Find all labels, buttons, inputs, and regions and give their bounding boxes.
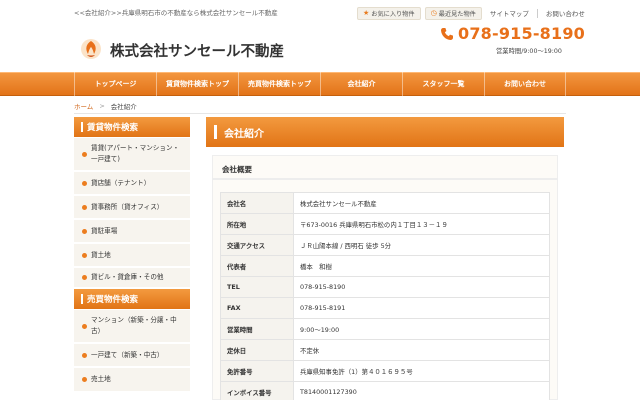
sidebar-item-label: 貸ビル・貸倉庫・その他 [91,273,164,281]
favorites-label: お気に入り物件 [371,10,415,18]
top-links: ★ お気に入り物件 ◷ 最近見た物件 サイトマップ お問い合わせ [357,6,589,20]
bullet-icon [82,204,87,210]
global-nav: トップページ 賃貸物件検索トップ 売買物件検索トップ 会社紹介 スタッフ一覧 お… [74,72,566,96]
recent-label: 最近見た物件 [438,10,476,18]
table-row: 会社名 株式会社サンセール不動産 [220,192,550,214]
recent-button[interactable]: ◷ 最近見た物件 [424,6,482,20]
heading-bar [214,125,217,139]
row-label: 所在地 [220,213,294,235]
sidebar-item-label: 一戸建て（新築・中古） [91,350,164,359]
heading-bar [81,294,83,304]
row-value: 不定休 [293,339,550,361]
row-value: 9:00～19:00 [293,318,550,340]
contact-link[interactable]: お問い合わせ [542,8,589,18]
bullet-icon [82,252,87,258]
phone-number[interactable]: 078-915-8190 [458,24,585,43]
bullet-icon [82,323,87,329]
phone-icon [441,27,453,40]
row-value: 078-915-8191 [293,297,550,319]
heading-bar [81,122,83,132]
breadcrumb-current: 会社紹介 [110,103,137,111]
row-value: ＪＲ山陽本線 / 西明石 徒歩 5分 [293,234,550,256]
table-row: インボイス番号 T8140001127390 [220,381,550,400]
nav-item-sale-search[interactable]: 売買物件検索トップ [238,72,320,96]
row-label: FAX [220,297,294,319]
page-title-text: 会社紹介 [224,128,264,140]
breadcrumb-divider [74,113,566,114]
phone-block: 078-915-8190 [440,24,585,43]
sidebar-item-rent-building[interactable]: 貸ビル・貸倉庫・その他 [74,268,190,288]
nav-item-contact[interactable]: お問い合わせ [484,72,566,96]
sidebar-sale-heading: 売買物件検索 [74,289,190,309]
sitemap-link[interactable]: サイトマップ [486,8,533,18]
row-value: 株式会社サンセール不動産 [293,192,550,214]
company-info-table: 会社名 株式会社サンセール不動産 所在地 〒673-0016 兵庫県明石市松の内１丁目… [220,192,550,400]
sidebar-item-label: マンション（新築・分譲・中古） [91,316,177,335]
sidebar-item-rent-parking[interactable]: 貸駐車場 [74,220,190,243]
breadcrumb-separator: > [99,102,105,110]
sidebar-item-rent-store[interactable]: 貸店舗（テナント） [74,172,190,195]
page-title: 会社紹介 [206,117,564,147]
nav-item-top[interactable]: トップページ [74,72,156,96]
table-row: 営業時間 9:00～19:00 [220,318,550,340]
sidebar-item-label: 貸駐車場 [91,226,118,235]
sidebar-rent-title: 賃貸物件検索 [87,123,139,133]
row-label: TEL [220,276,294,298]
bullet-icon [82,377,87,382]
sidebar-item-label: 貸土地 [91,250,111,259]
bullet-icon [82,151,87,157]
sidebar-item-label: 貸店舗（テナント） [91,178,151,187]
star-icon: ★ [363,9,370,17]
bullet-icon [82,275,87,280]
sidebar-item-sale-land[interactable]: 売土地 [74,368,190,392]
phoenix-logo-icon[interactable] [80,38,102,60]
sidebar-item-rent-office[interactable]: 貸事務所（貸オフィス） [74,196,190,219]
section-title: 会社概要 [212,160,558,180]
nav-item-rent-search[interactable]: 賃貸物件検索トップ [156,72,238,96]
sidebar-item-sale-house[interactable]: 一戸建て（新築・中古） [74,344,190,367]
table-row: 交通アクセス ＪＲ山陽本線 / 西明石 徒歩 5分 [220,234,550,256]
table-row: 免許番号 兵庫県知事免許（1）第４０１６９５号 [220,360,550,382]
sidebar-item-label: 貸事務所（貸オフィス） [91,202,164,211]
link-divider [536,8,538,18]
table-row: FAX 078-915-8191 [220,297,550,319]
table-row: 所在地 〒673-0016 兵庫県明石市松の内１丁目１３－１９ [220,213,550,235]
row-value: T8140001127390 [293,381,550,400]
favorites-button[interactable]: ★ お気に入り物件 [357,6,421,20]
bullet-icon [82,352,87,358]
sidebar-item-rent-land[interactable]: 貸土地 [74,244,190,267]
row-value: 兵庫県知事免許（1）第４０１６９５号 [293,360,550,382]
company-name[interactable]: 株式会社サンセール不動産 [110,40,284,61]
sidebar-item-label: 賃貸(アパート・マンション・一戸建て) [91,144,180,163]
row-label: 代表者 [220,255,294,277]
sidebar-item-sale-mansion[interactable]: マンション（新築・分譲・中古） [74,310,190,343]
header-tagline: <<会社紹介>>兵庫県明石市の不動産なら株式会社サンセール不動産 [74,9,278,17]
breadcrumb-home[interactable]: ホーム [74,101,93,111]
row-value: 〒673-0016 兵庫県明石市松の内１丁目１３－１９ [293,213,550,235]
row-label: 免許番号 [220,360,294,382]
table-row: 代表者 橋本 和樹 [220,255,550,277]
business-hours: 営業時間/9:00～19:00 [496,48,562,55]
nav-item-staff[interactable]: スタッフ一覧 [402,72,484,96]
bullet-icon [82,228,87,234]
row-label: 会社名 [220,192,294,214]
row-value: 橋本 和樹 [293,255,550,277]
sidebar-item-rent-residential[interactable]: 賃貸(アパート・マンション・一戸建て) [74,138,190,171]
clock-icon: ◷ [430,9,437,17]
breadcrumb: ホーム > 会社紹介 [74,101,137,111]
sidebar-sale-title: 売買物件検索 [87,295,139,305]
sidebar-item-label: 売土地 [91,375,111,383]
bullet-icon [82,180,87,186]
row-label: 交通アクセス [220,234,294,256]
sidebar-rent-heading: 賃貸物件検索 [74,117,190,137]
row-label: 営業時間 [220,318,294,340]
row-value: 078-915-8190 [293,276,550,298]
nav-item-company[interactable]: 会社紹介 [320,72,402,96]
row-label: 定休日 [220,339,294,361]
table-row: TEL 078-915-8190 [220,276,550,298]
row-label: インボイス番号 [220,381,294,400]
table-row: 定休日 不定休 [220,339,550,361]
